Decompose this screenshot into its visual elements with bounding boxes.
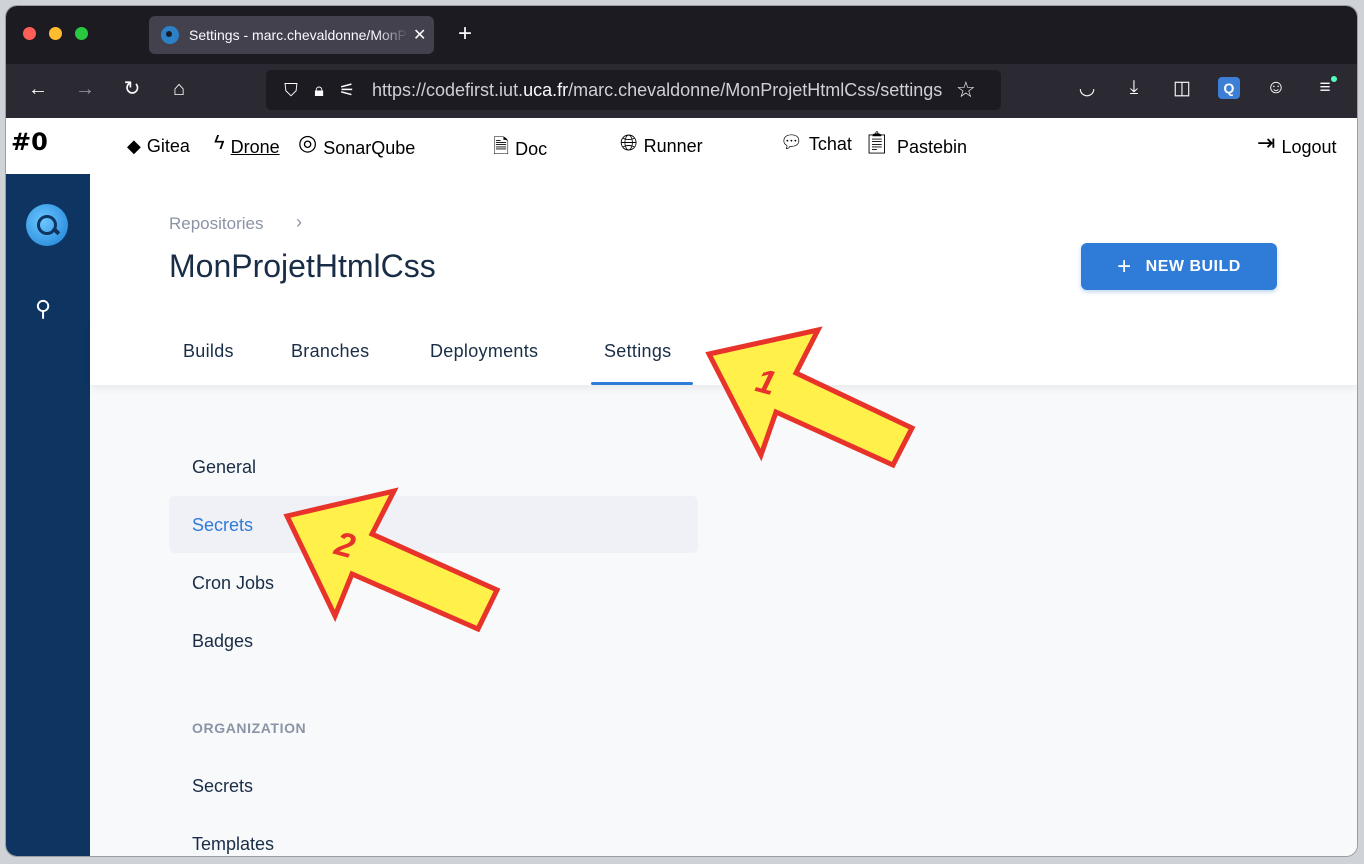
annotation-arrow-1: 1 (705, 326, 916, 469)
annotation-arrow-2: 2 (283, 487, 501, 633)
annotation-overlay: 1 2 (283, 326, 916, 633)
